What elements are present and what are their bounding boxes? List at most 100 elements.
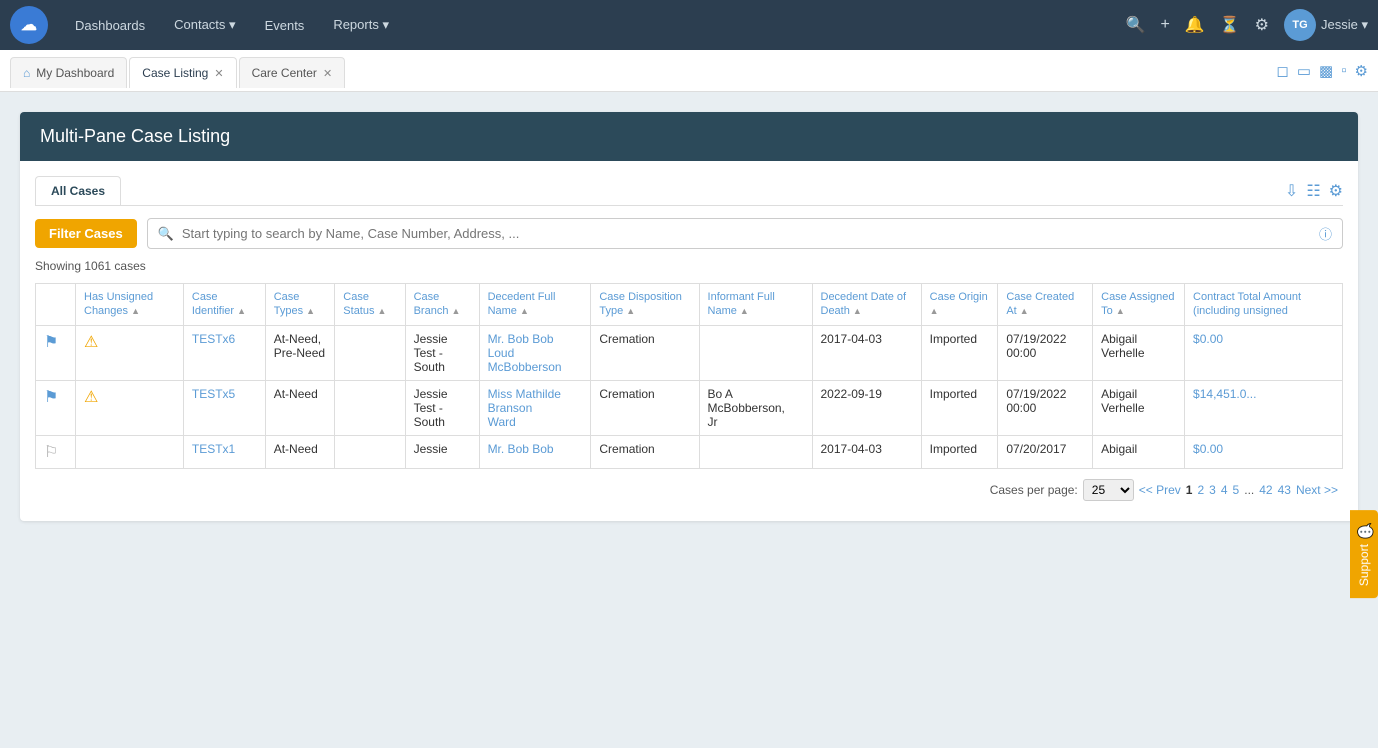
page-5[interactable]: 5 — [1233, 483, 1240, 497]
col-case-origin[interactable]: Case Origin ▲ — [921, 284, 998, 326]
row1-case-id-cell: TESTx6 — [183, 325, 265, 380]
row1-contract-cell: $0.00 — [1185, 325, 1343, 380]
row3-dod-cell: 2017-04-03 — [812, 435, 921, 468]
col-case-types[interactable]: Case Types ▲ — [265, 284, 335, 326]
settings-icon[interactable]: ⚙ — [1255, 15, 1269, 35]
row3-case-status-cell — [335, 435, 405, 468]
close-case-listing-icon[interactable]: ✕ — [214, 67, 223, 80]
filter-cases-button[interactable]: Filter Cases — [35, 219, 137, 248]
col-case-status[interactable]: Case Status ▲ — [335, 284, 405, 326]
tab-care-center[interactable]: Care Center ✕ — [239, 57, 346, 88]
row2-decedent-link3[interactable]: Ward — [488, 415, 516, 429]
panel-gear-icon[interactable]: ⚙ — [1329, 181, 1343, 201]
showing-count-text: Showing 1061 cases — [35, 259, 146, 273]
page-4[interactable]: 4 — [1221, 483, 1228, 497]
row3-case-id-link[interactable]: TESTx1 — [192, 442, 235, 456]
next-page-link[interactable]: Next >> — [1296, 483, 1338, 497]
tabs-actions: ◻ ▭ ▩ ▫ ⚙ — [1276, 62, 1368, 80]
page-1[interactable]: 1 — [1186, 483, 1193, 497]
panel-tab-all-cases[interactable]: All Cases — [35, 176, 121, 205]
row3-decedent-link1[interactable]: Mr. Bob Bob — [488, 442, 554, 456]
row1-created-cell: 07/19/202200:00 — [998, 325, 1093, 380]
search-input[interactable] — [182, 226, 1314, 241]
nav-dashboards[interactable]: Dashboards — [63, 12, 157, 39]
row2-decedent-link1[interactable]: Miss Mathilde — [488, 387, 561, 401]
per-page-label: Cases per page: — [990, 483, 1078, 497]
row2-decedent-link2[interactable]: Branson — [488, 401, 533, 415]
tab-add-icon[interactable]: ◻ — [1276, 62, 1288, 80]
warning-icon: ⚠ — [84, 389, 98, 406]
notification-icon[interactable]: 🔔 — [1185, 15, 1205, 35]
table-body: ⚑ ⚠ TESTx6 At-Need,Pre-Need JessieTest -… — [36, 325, 1343, 468]
col-decedent-full-name[interactable]: Decedent Full Name ▲ — [479, 284, 591, 326]
nav-reports[interactable]: Reports ▾ — [321, 11, 401, 39]
col-case-created-at[interactable]: Case Created At ▲ — [998, 284, 1093, 326]
page-42[interactable]: 42 — [1259, 483, 1272, 497]
nav-contacts[interactable]: Contacts ▾ — [162, 11, 247, 39]
row1-decedent-link1[interactable]: Mr. Bob Bob — [488, 332, 554, 346]
row2-case-types-cell: At-Need — [265, 380, 335, 435]
panel-tab-all-cases-label: All Cases — [51, 184, 105, 198]
row1-origin-cell: Imported — [921, 325, 998, 380]
add-icon[interactable]: + — [1160, 16, 1169, 34]
tab-copy-icon[interactable]: ▭ — [1297, 62, 1311, 80]
search-box: 🔍 ⓘ — [147, 218, 1343, 249]
tab-my-dashboard[interactable]: ⌂ My Dashboard — [10, 57, 127, 88]
table-row: ⚑ ⚠ TESTx6 At-Need,Pre-Need JessieTest -… — [36, 325, 1343, 380]
panel-title: Multi-Pane Case Listing — [40, 126, 230, 146]
row1-disposition-cell: Cremation — [591, 325, 699, 380]
bookmark-empty-icon[interactable]: ⚐ — [44, 444, 58, 461]
toolbar: Filter Cases 🔍 ⓘ — [35, 218, 1343, 249]
page-43[interactable]: 43 — [1278, 483, 1291, 497]
panel: Multi-Pane Case Listing All Cases ⇩ ☷ ⚙ — [20, 112, 1358, 521]
help-icon[interactable]: ⓘ — [1319, 224, 1332, 243]
row2-unsigned-cell: ⚠ — [76, 380, 184, 435]
page-3[interactable]: 3 — [1209, 483, 1216, 497]
row3-informant-cell — [699, 435, 812, 468]
row3-disposition-cell: Cremation — [591, 435, 699, 468]
row1-case-branch-cell: JessieTest -South — [405, 325, 479, 380]
col-has-unsigned-changes[interactable]: Has Unsigned Changes ▲ — [76, 284, 184, 326]
tab-case-listing[interactable]: Case Listing ✕ — [129, 57, 236, 88]
grid-icon[interactable]: ☷ — [1306, 181, 1320, 201]
col-case-identifier[interactable]: Case Identifier ▲ — [183, 284, 265, 326]
row1-decedent-link2[interactable]: Loud — [488, 346, 515, 360]
table-header-row: Has Unsigned Changes ▲ Case Identifier ▲… — [36, 284, 1343, 326]
row1-decedent-link3[interactable]: McBobberson — [488, 360, 562, 374]
search-icon[interactable]: 🔍 — [1126, 15, 1146, 35]
col-case-branch[interactable]: Case Branch ▲ — [405, 284, 479, 326]
row2-contract-cell: $14,451.0... — [1185, 380, 1343, 435]
page-dots: ... — [1244, 483, 1254, 497]
row3-case-id-cell: TESTx1 — [183, 435, 265, 468]
row2-bookmark-cell: ⚑ — [36, 380, 76, 435]
page-2[interactable]: 2 — [1197, 483, 1204, 497]
col-decedent-date-of-death[interactable]: Decedent Date of Death ▲ — [812, 284, 921, 326]
col-case-assigned-to[interactable]: Case Assigned To ▲ — [1093, 284, 1185, 326]
row2-case-id-link[interactable]: TESTx5 — [192, 387, 235, 401]
row1-case-id-link[interactable]: TESTx6 — [192, 332, 235, 346]
row3-assigned-cell: Abigail — [1093, 435, 1185, 468]
app-logo[interactable]: ☁ — [10, 6, 48, 44]
prev-page-link[interactable]: << Prev — [1139, 483, 1181, 497]
main-content: Multi-Pane Case Listing All Cases ⇩ ☷ ⚙ — [0, 92, 1378, 541]
tab-import-icon[interactable]: ▫ — [1341, 62, 1346, 79]
support-icon: 💬 — [1356, 522, 1372, 539]
bookmark-icon[interactable]: ⚑ — [44, 334, 58, 351]
support-button[interactable]: Support 💬 — [1350, 510, 1378, 598]
download-icon[interactable]: ⇩ — [1285, 181, 1298, 201]
user-menu[interactable]: TG Jessie ▾ — [1284, 9, 1368, 41]
bookmark-icon[interactable]: ⚑ — [44, 389, 58, 406]
row2-created-cell: 07/19/202200:00 — [998, 380, 1093, 435]
clock-icon[interactable]: ⏳ — [1220, 15, 1240, 35]
nav-right: 🔍 + 🔔 ⏳ ⚙ TG Jessie ▾ — [1126, 9, 1368, 41]
per-page-select[interactable]: 25 50 100 — [1083, 479, 1134, 501]
row3-unsigned-cell — [76, 435, 184, 468]
col-case-disposition-type[interactable]: Case Disposition Type ▲ — [591, 284, 699, 326]
col-informant-full-name[interactable]: Informant Full Name ▲ — [699, 284, 812, 326]
close-care-center-icon[interactable]: ✕ — [323, 67, 332, 80]
tab-gear-icon[interactable]: ⚙ — [1355, 62, 1368, 80]
row2-case-status-cell — [335, 380, 405, 435]
tab-export-icon[interactable]: ▩ — [1319, 62, 1333, 80]
nav-events[interactable]: Events — [253, 12, 317, 39]
username: Jessie ▾ — [1321, 17, 1368, 33]
